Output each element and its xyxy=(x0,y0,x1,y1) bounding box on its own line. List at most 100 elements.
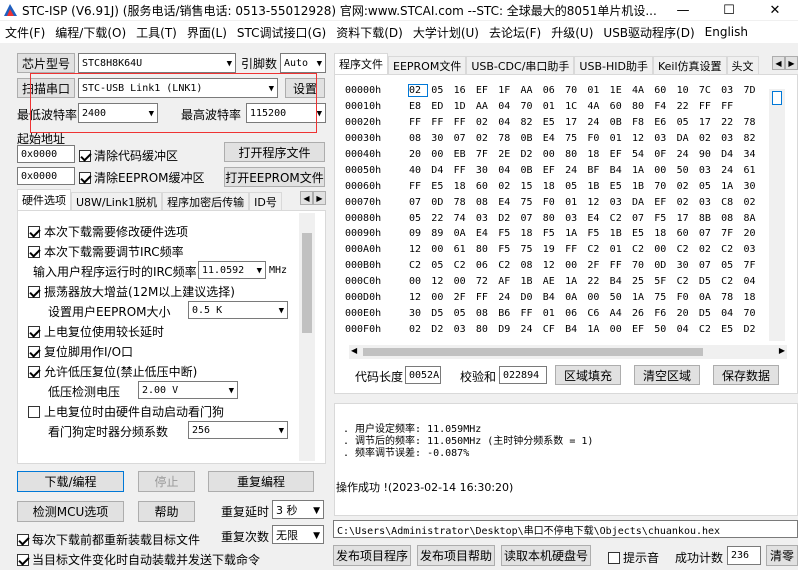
repeat-delay-select[interactable]: 3 秒 ▼ xyxy=(272,500,324,519)
scrollbar-thumb[interactable] xyxy=(772,91,782,105)
hex-byte[interactable]: F5 xyxy=(498,228,520,239)
hex-byte[interactable]: CF xyxy=(543,324,565,335)
hex-byte[interactable]: 06 xyxy=(476,260,498,271)
reprogram-button[interactable]: 重复编程 xyxy=(208,471,314,492)
hex-byte[interactable]: 1A xyxy=(587,324,609,335)
hex-byte[interactable]: 15 xyxy=(520,181,542,192)
hex-byte[interactable]: 08 xyxy=(520,260,542,271)
hex-byte[interactable]: 4A xyxy=(587,101,609,112)
hex-byte[interactable]: 75 xyxy=(565,133,587,144)
hex-byte[interactable]: D2 xyxy=(743,324,765,335)
hex-byte[interactable]: F5 xyxy=(587,228,609,239)
close-button[interactable]: ✕ xyxy=(752,0,798,20)
hex-byte[interactable]: 04 xyxy=(498,117,520,128)
option-long-delay[interactable]: 上电复位使用较长延时 xyxy=(28,323,164,340)
hex-byte[interactable]: B4 xyxy=(610,165,632,176)
hex-byte[interactable]: 1A xyxy=(721,181,743,192)
hex-byte[interactable]: D2 xyxy=(498,213,520,224)
hex-byte[interactable]: 12 xyxy=(409,244,431,255)
hex-byte[interactable]: 4A xyxy=(632,85,654,96)
tab-id[interactable]: ID号 xyxy=(249,192,282,210)
hex-byte[interactable]: D5 xyxy=(699,276,721,287)
open-program-button[interactable]: 打开程序文件 xyxy=(224,142,325,162)
hex-byte[interactable]: F6 xyxy=(654,308,676,319)
hex-byte[interactable]: 0A xyxy=(454,228,476,239)
save-data-button[interactable]: 保存数据 xyxy=(713,365,779,385)
hex-byte[interactable]: B4 xyxy=(610,276,632,287)
hex-byte[interactable]: 30 xyxy=(409,308,431,319)
tab-usb-cdc[interactable]: USB-CDC/串口助手 xyxy=(466,56,575,74)
tab-keil[interactable]: Keil仿真设置 xyxy=(652,56,727,74)
hex-byte[interactable]: C2 xyxy=(699,324,721,335)
hex-byte[interactable]: 04 xyxy=(677,324,699,335)
menu-program[interactable]: 编程/下载(O) xyxy=(50,24,131,41)
tab-program-file[interactable]: 程序文件 xyxy=(334,53,388,74)
hex-byte[interactable]: 89 xyxy=(431,228,453,239)
clear-area-button[interactable]: 清空区域 xyxy=(634,365,700,385)
hex-byte[interactable]: 82 xyxy=(520,117,542,128)
options-scrollbar[interactable] xyxy=(299,213,315,461)
hex-byte[interactable]: 7F xyxy=(476,149,498,160)
menu-interface[interactable]: 界面(L) xyxy=(182,24,232,41)
stop-button[interactable]: 停止 xyxy=(138,471,195,492)
hex-byte[interactable]: 16 xyxy=(454,85,476,96)
hex-byte[interactable]: C2 xyxy=(587,244,609,255)
hex-byte[interactable]: F5 xyxy=(543,228,565,239)
hex-byte[interactable]: 07 xyxy=(632,213,654,224)
hex-byte[interactable]: 05 xyxy=(431,260,453,271)
hex-byte[interactable]: D0 xyxy=(520,292,542,303)
hex-byte[interactable]: FF xyxy=(520,308,542,319)
hex-byte[interactable]: 22 xyxy=(721,117,743,128)
hex-byte[interactable]: D2 xyxy=(431,324,453,335)
hex-byte[interactable]: 1B xyxy=(520,276,542,287)
hex-byte[interactable]: 05 xyxy=(721,260,743,271)
hex-byte[interactable]: 74 xyxy=(454,213,476,224)
hex-byte[interactable]: 00 xyxy=(654,244,676,255)
hex-byte[interactable]: 18 xyxy=(543,181,565,192)
hex-byte[interactable]: 24 xyxy=(587,117,609,128)
eeprom-address-input[interactable]: 0x0000 xyxy=(17,167,75,185)
open-eeprom-button[interactable]: 打开EEPROM文件 xyxy=(224,167,325,187)
help-button[interactable]: 帮助 xyxy=(138,501,195,522)
hex-byte[interactable]: 02 xyxy=(476,117,498,128)
menu-debug[interactable]: STC调试接口(G) xyxy=(232,24,331,41)
chip-model-button[interactable]: 芯片型号 xyxy=(17,53,75,73)
detect-mcu-button[interactable]: 检测MCU选项 xyxy=(17,501,124,522)
hex-byte[interactable]: 03 xyxy=(654,133,676,144)
hex-byte[interactable]: 1A xyxy=(632,165,654,176)
hex-byte[interactable]: 1B xyxy=(632,181,654,192)
hex-byte[interactable]: 08 xyxy=(476,197,498,208)
hex-byte[interactable]: 8B xyxy=(699,213,721,224)
hex-byte[interactable]: FF xyxy=(409,117,431,128)
option-modify-hw[interactable]: 本次下载需要修改硬件选项 xyxy=(28,223,188,240)
hex-byte[interactable]: E4 xyxy=(476,228,498,239)
hex-byte[interactable]: 54 xyxy=(632,149,654,160)
download-button[interactable]: 下载/编程 xyxy=(17,471,124,492)
hex-byte[interactable]: 5F xyxy=(654,276,676,287)
hex-byte[interactable]: 00 xyxy=(610,324,632,335)
scroll-left-icon[interactable]: ◀ xyxy=(351,346,357,355)
hex-byte[interactable]: 70 xyxy=(520,101,542,112)
hex-byte[interactable]: 01 xyxy=(587,85,609,96)
hex-byte[interactable]: B4 xyxy=(565,324,587,335)
hex-byte[interactable]: 00 xyxy=(454,276,476,287)
hex-byte[interactable]: 06 xyxy=(543,85,565,96)
hex-byte[interactable]: C2 xyxy=(610,213,632,224)
port-select[interactable]: STC-USB Link1 (LNK1) ▼ xyxy=(78,78,278,98)
hex-byte[interactable]: 25 xyxy=(632,276,654,287)
hex-byte[interactable]: 0B xyxy=(610,117,632,128)
hex-byte[interactable]: FF xyxy=(699,101,721,112)
hex-byte[interactable]: FF xyxy=(565,244,587,255)
hex-byte[interactable]: F5 xyxy=(654,213,676,224)
hex-byte[interactable]: 24 xyxy=(677,149,699,160)
maximize-button[interactable]: ☐ xyxy=(706,0,752,20)
hex-byte[interactable]: EF xyxy=(610,149,632,160)
hex-byte[interactable]: FF xyxy=(476,292,498,303)
hex-byte[interactable]: 82 xyxy=(743,133,765,144)
hex-byte[interactable]: 07 xyxy=(520,213,542,224)
hex-byte[interactable]: 7F xyxy=(721,228,743,239)
hex-byte[interactable]: EF xyxy=(654,197,676,208)
hex-byte[interactable]: 1B xyxy=(610,228,632,239)
settings-button[interactable]: 设置 xyxy=(285,78,325,98)
hex-byte[interactable]: AF xyxy=(498,276,520,287)
